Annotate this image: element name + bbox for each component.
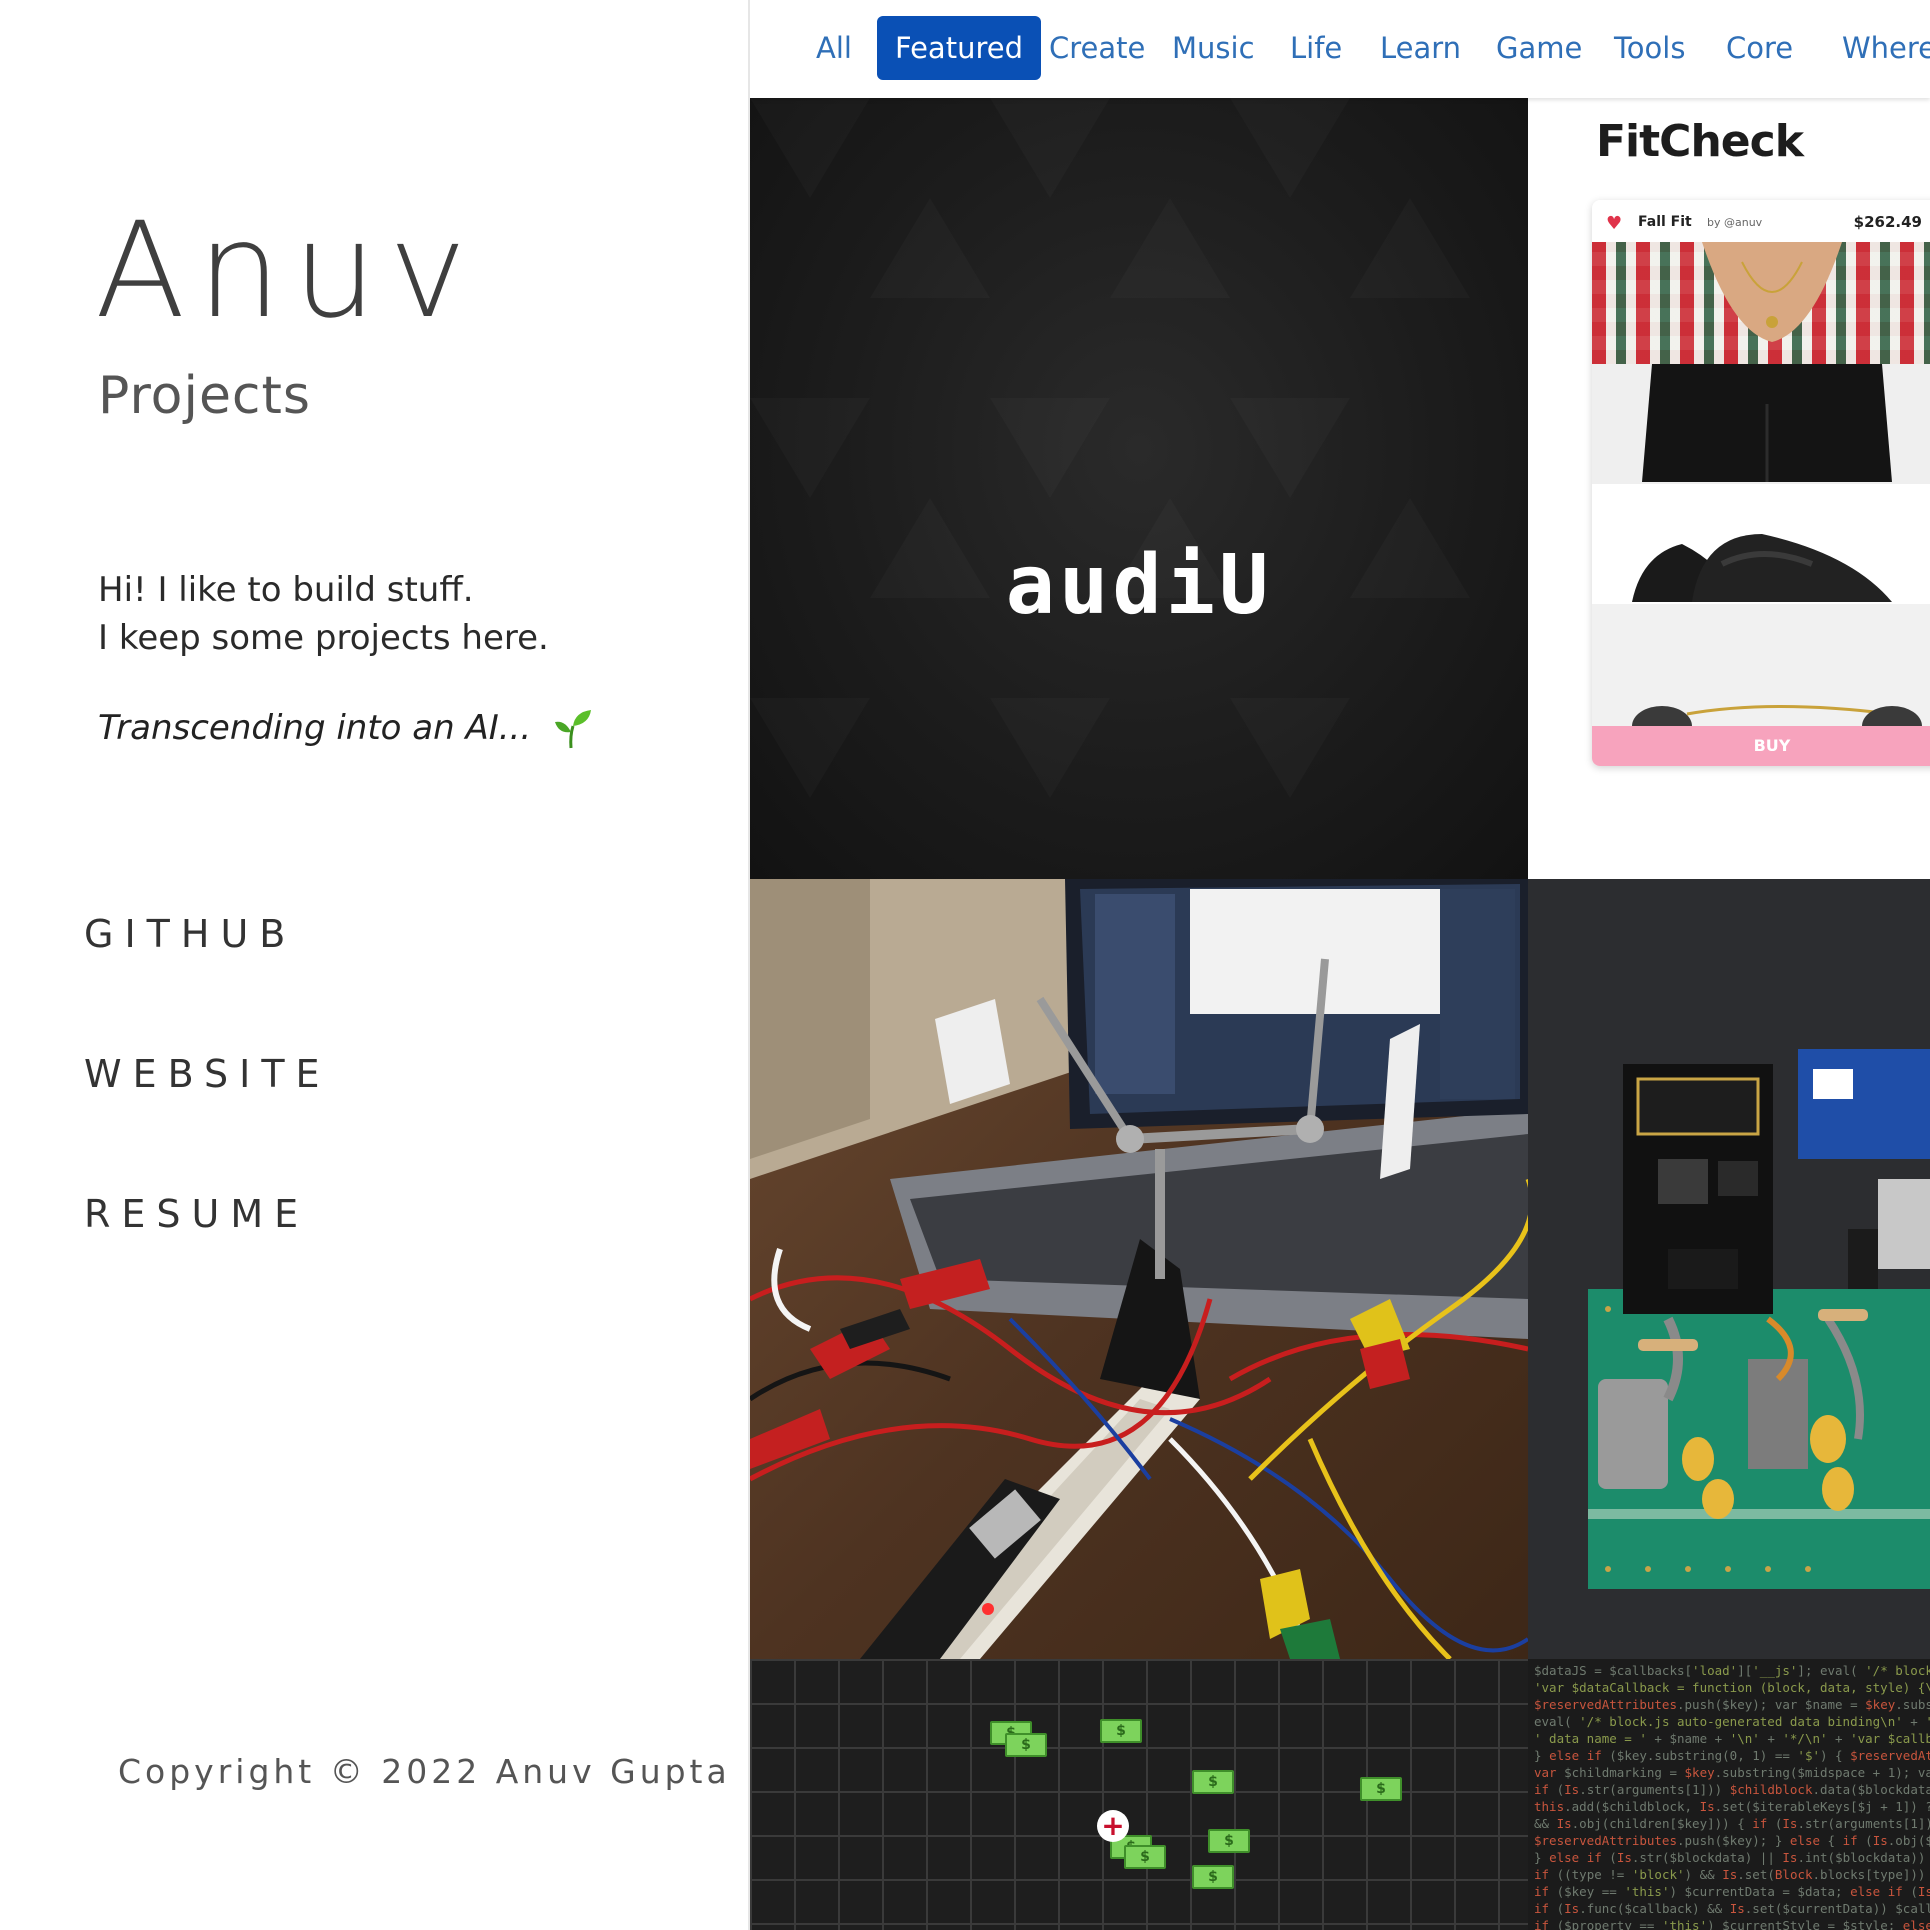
tagline-text: Transcending into an AI... [98, 708, 532, 748]
project-tile-code[interactable]: $dataJS = $callbacks['load']['__js']; ev… [1528, 1659, 1930, 1930]
outfit-title: Fall Fit [1638, 214, 1692, 230]
website-link[interactable]: WEBSITE [84, 1052, 331, 1096]
outfit-author: by @anuv [1707, 216, 1763, 229]
code-decoration: if (Is.str(arguments[1])) $childblock.da… [1534, 1782, 1930, 1797]
sidebar: Anuv Projects Hi! I like to build stuff.… [0, 0, 749, 1930]
sunglasses-image [1592, 604, 1930, 726]
heart-icon: ♥ [1606, 213, 1623, 234]
audiu-background-pattern [750, 98, 1528, 879]
buy-button[interactable]: BUY [1592, 726, 1930, 766]
plus-icon: + [1097, 1810, 1129, 1842]
intro-text: Hi! I like to build stuff. I keep some p… [98, 566, 549, 662]
cash-icon: $ [1192, 1770, 1234, 1794]
tab-featured[interactable]: Featured [877, 16, 1041, 80]
fitcheck-logo: FitCheck [1596, 116, 1804, 167]
tab-life[interactable]: Life [1272, 16, 1360, 80]
circuit-photo [750, 879, 1528, 1659]
code-decoration: $reservedAttributes.push($key); } else {… [1534, 1833, 1930, 1848]
project-tile-audiu[interactable]: audiU [750, 98, 1528, 879]
outfit-price: $262.49 [1853, 213, 1922, 231]
code-decoration: $dataJS = $callbacks['load']['__js']; ev… [1534, 1663, 1930, 1678]
github-link[interactable]: GITHUB [84, 912, 296, 956]
code-decoration: if ($property == 'this') $currentStyle =… [1534, 1918, 1930, 1930]
resume-link[interactable]: RESUME [84, 1192, 309, 1236]
code-decoration: if ($key == 'this') $currentData = $data… [1534, 1884, 1930, 1899]
code-decoration: eval( '/* block.js auto-generated data b… [1534, 1714, 1930, 1729]
filter-tabs: All Featured Create Music Life Learn Gam… [750, 0, 1930, 98]
copyright: Copyright © 2022 Anuv Gupta [118, 1752, 731, 1791]
project-tile-game[interactable]: $ $ $ $ $ $ $ $ $ + [750, 1659, 1528, 1930]
tagline: Transcending into an AI... [98, 706, 595, 750]
intro-line-1: Hi! I like to build stuff. [98, 570, 474, 610]
cash-icon: $ [1100, 1719, 1142, 1743]
code-decoration: if ((type != 'block') && Is.set(Block.bl… [1534, 1867, 1930, 1882]
site-title: Anuv [95, 194, 479, 348]
tab-create[interactable]: Create [1031, 16, 1163, 80]
code-decoration: ' data name = ' + $name + '\n' + '*/\n' … [1534, 1731, 1930, 1746]
tab-learn[interactable]: Learn [1362, 16, 1479, 80]
cash-icon: $ [1360, 1777, 1402, 1801]
tab-all[interactable]: All [798, 16, 870, 80]
code-decoration: $reservedAttributes.push($key); var $nam… [1534, 1697, 1930, 1712]
code-decoration: this.add($childblock, Is.set($iterableKe… [1534, 1799, 1930, 1814]
outfit-card: ♥ Fall Fit by @anuv $262.49 BUY [1592, 200, 1930, 766]
tab-core[interactable]: Core [1708, 16, 1811, 80]
tab-music[interactable]: Music [1154, 16, 1273, 80]
code-decoration: && Is.obj(children[$key])) { if (Is.str(… [1534, 1816, 1930, 1831]
tab-tools[interactable]: Tools [1596, 16, 1703, 80]
sprout-icon [551, 706, 595, 750]
shoes-image [1592, 484, 1930, 604]
outfit-card-header: ♥ Fall Fit by @anuv $262.49 [1592, 200, 1930, 242]
cash-icon: $ [1208, 1829, 1250, 1853]
skirt-image [1592, 364, 1930, 484]
project-tile-circuit-photo[interactable] [750, 879, 1528, 1659]
project-gallery: All Featured Create Music Life Learn Gam… [750, 0, 1930, 1930]
code-decoration: } else if (Is.str($blockdata) || Is.int(… [1534, 1850, 1930, 1865]
tab-where[interactable]: Where [1824, 16, 1930, 80]
code-decoration: 'var $dataCallback = function (block, da… [1534, 1680, 1930, 1695]
site-subtitle: Projects [98, 366, 312, 426]
code-decoration: } else if ($key.substring(0, 1) == '$') … [1534, 1748, 1930, 1763]
code-decoration: if (Is.func($callback) && Is.set($curren… [1534, 1901, 1930, 1916]
pcb-photo [1528, 879, 1930, 1659]
cash-icon: $ [1192, 1865, 1234, 1889]
tab-game[interactable]: Game [1478, 16, 1600, 80]
project-tile-fitcheck[interactable]: FitCheck ♥ Fall Fit by @anuv $262.49 BUY [1528, 98, 1930, 879]
shirt-image [1592, 242, 1930, 364]
cash-icon: $ [1005, 1733, 1047, 1757]
intro-line-2: I keep some projects here. [98, 618, 549, 658]
code-decoration: var $childmarking = $key.substring($mids… [1534, 1765, 1930, 1780]
audiu-logo: audiU [1005, 538, 1273, 633]
cash-icon: $ [1124, 1845, 1166, 1869]
project-tile-pcb[interactable] [1528, 879, 1930, 1659]
